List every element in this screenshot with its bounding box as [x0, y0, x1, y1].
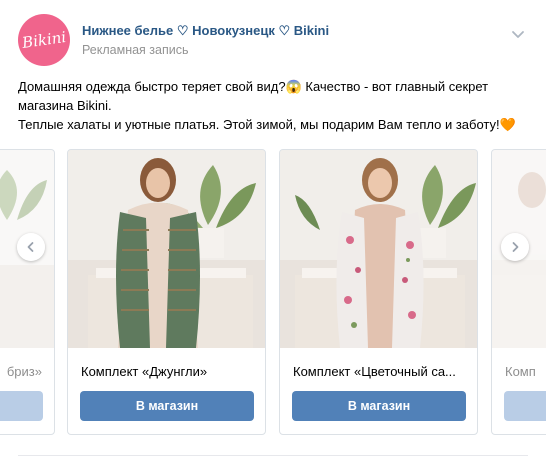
product-card[interactable]: бриз»	[0, 149, 55, 435]
post-text-line: магазина Bikini.	[18, 98, 112, 113]
arrow-left-icon[interactable]	[17, 233, 45, 261]
shop-button[interactable]: В магазин	[80, 391, 254, 421]
shop-button[interactable]: В магазин	[292, 391, 466, 421]
post-author[interactable]: Нижнее белье ♡ Новокузнецк ♡ Bikini	[82, 23, 329, 39]
product-card[interactable]: Комплект «Цветочный са... В магазин	[279, 149, 478, 435]
post-text-line: Домашняя одежда быстро теряет свой вид?😱…	[18, 79, 489, 94]
post-header: Bikini Нижнее белье ♡ Новокузнецк ♡ Biki…	[18, 14, 528, 66]
product-card[interactable]: Комп	[491, 149, 546, 435]
post-text-line: Теплые халаты и уютные платья. Этой зимо…	[18, 117, 516, 132]
post-subtitle: Рекламная запись	[82, 43, 189, 57]
product-title: Комплект «Цветочный са...	[293, 364, 456, 379]
product-carousel: бриз» Комплект «Джунгли» В магазин Компл…	[0, 149, 546, 435]
shop-button[interactable]	[504, 391, 546, 421]
arrow-right-icon[interactable]	[501, 233, 529, 261]
product-title: бриз»	[6, 364, 42, 379]
avatar-logo-text: Bikini	[20, 28, 68, 52]
product-title: Комп	[505, 364, 536, 379]
post-divider	[18, 455, 528, 456]
product-card[interactable]: Комплект «Джунгли» В магазин	[67, 149, 266, 435]
post-text: Домашняя одежда быстро теряет свой вид?😱…	[18, 77, 533, 134]
chevron-down-icon[interactable]	[510, 26, 526, 42]
product-image[interactable]	[280, 150, 477, 348]
product-title: Комплект «Джунгли»	[81, 364, 208, 379]
shop-button[interactable]	[0, 391, 43, 421]
avatar[interactable]: Bikini	[18, 14, 70, 66]
product-image[interactable]	[68, 150, 265, 348]
